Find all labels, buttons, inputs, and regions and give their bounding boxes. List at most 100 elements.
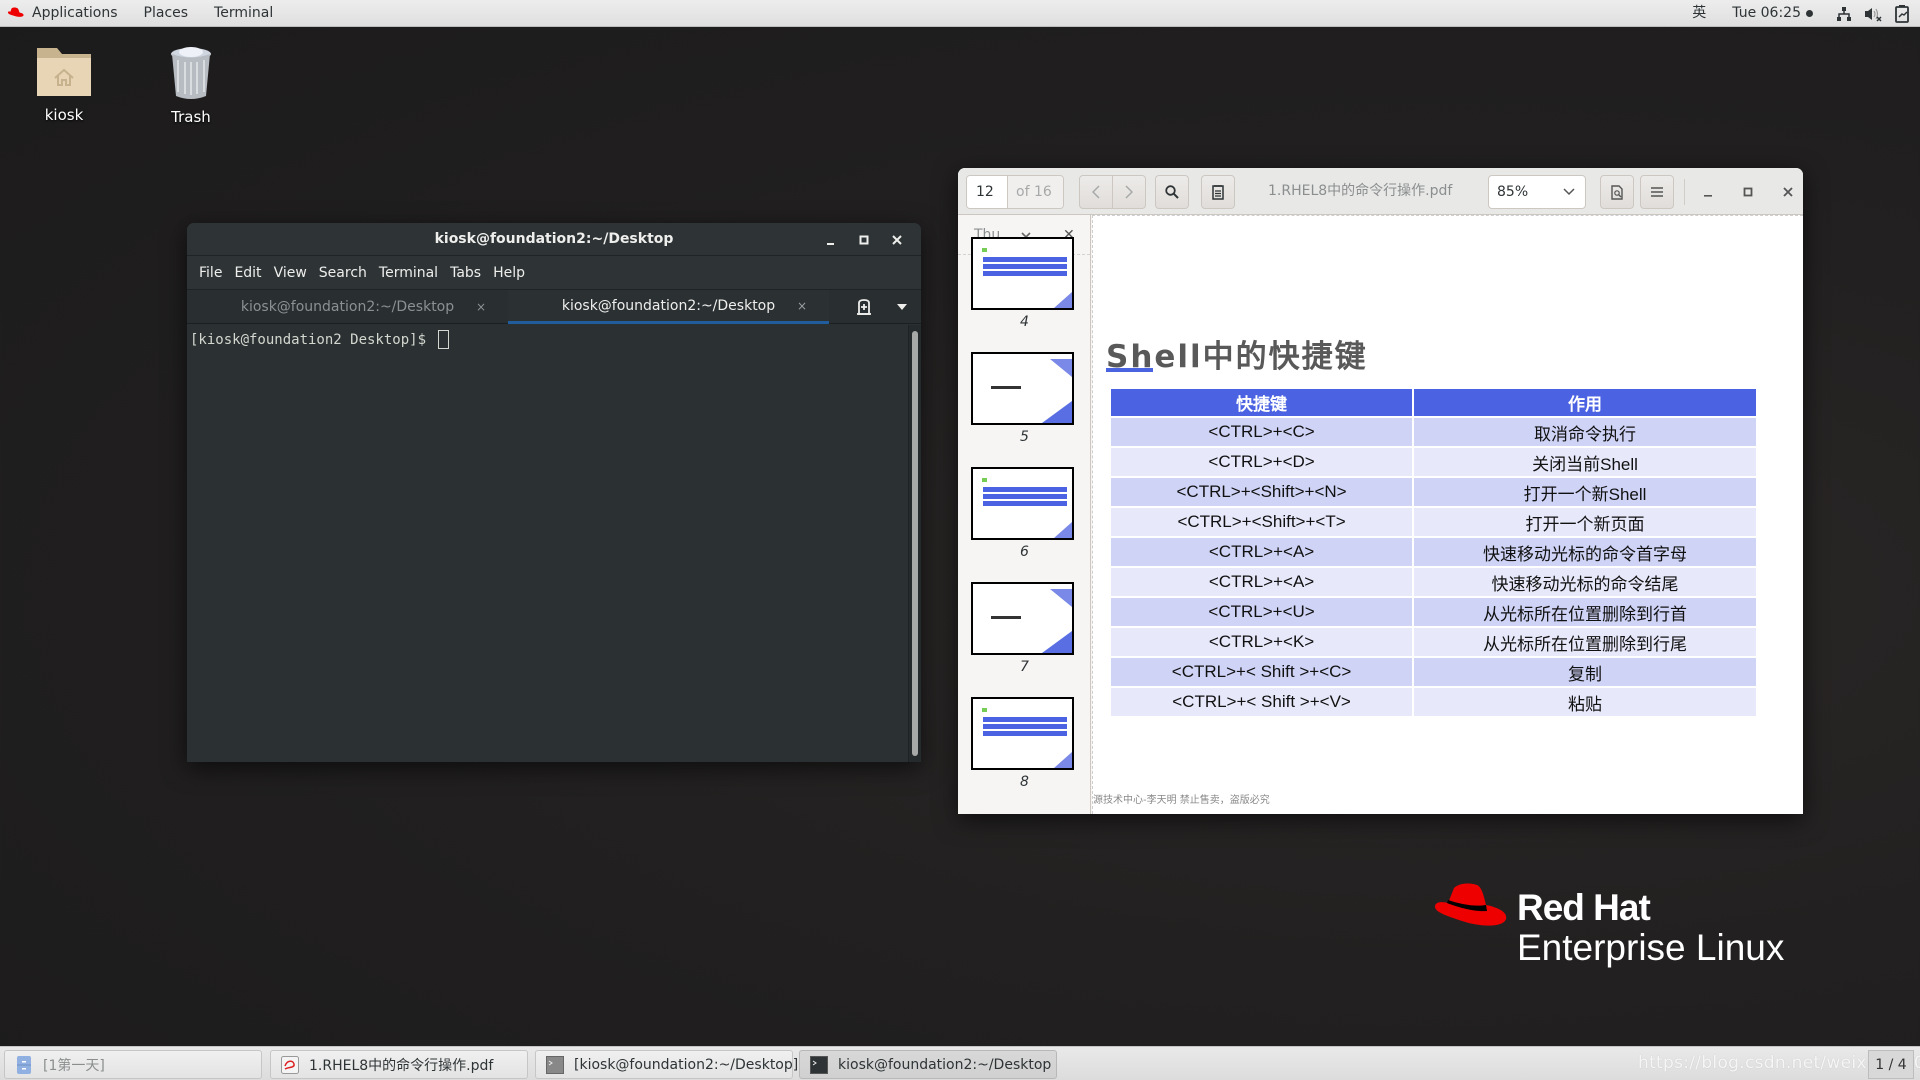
battery-charging-icon[interactable] bbox=[1891, 0, 1913, 27]
function-cell: 快速移动光标的命令首字母 bbox=[1412, 537, 1758, 568]
brand-line1: Red Hat bbox=[1517, 887, 1651, 928]
thumbnail-page-number: 4 bbox=[1020, 314, 1029, 330]
thumbnail-page-number: 5 bbox=[1020, 429, 1029, 445]
window-list-panel: [1第一天] 1.RHEL8中的命令行操作.pdf [kiosk@foundat… bbox=[0, 1046, 1920, 1080]
tab-close-icon[interactable]: × bbox=[797, 299, 807, 313]
minimize-icon bbox=[826, 242, 834, 245]
places-menu[interactable]: Places bbox=[131, 0, 202, 27]
menu-tabs[interactable]: Tabs bbox=[444, 265, 487, 281]
network-icon[interactable] bbox=[1833, 0, 1855, 27]
notepad-icon bbox=[1212, 185, 1224, 200]
taskbar-label: [kiosk@foundation2:~/Desktop] bbox=[574, 1056, 799, 1073]
menu-file[interactable]: File bbox=[193, 265, 228, 281]
search-button[interactable] bbox=[1155, 175, 1189, 209]
current-page-input[interactable]: 12 bbox=[967, 176, 1008, 208]
chevron-down-icon bbox=[1563, 188, 1575, 196]
slide-footer: 源技术中心-李天明 禁止售卖，盗版必究 bbox=[1093, 795, 1270, 806]
close-button[interactable] bbox=[880, 223, 913, 256]
terminal-tabbar: kiosk@foundation2:~/Desktop × kiosk@foun… bbox=[187, 289, 921, 324]
taskbar-item-pdf[interactable]: 1.RHEL8中的命令行操作.pdf bbox=[270, 1050, 528, 1079]
clock[interactable]: Tue 06:25 bbox=[1724, 0, 1821, 27]
zoom-select[interactable]: 85% bbox=[1488, 175, 1586, 209]
taskbar-label: [1第一天] bbox=[43, 1057, 105, 1074]
document-properties-button[interactable] bbox=[1600, 175, 1634, 209]
close-button[interactable] bbox=[1771, 175, 1803, 209]
input-method-indicator[interactable]: 英 bbox=[1684, 0, 1714, 27]
terminal-scrollbar[interactable] bbox=[908, 325, 921, 762]
text-cursor bbox=[438, 330, 450, 349]
taskbar-label: 1.RHEL8中的命令行操作.pdf bbox=[309, 1057, 494, 1074]
column-header-function: 作用 bbox=[1412, 389, 1758, 418]
zoom-value: 85% bbox=[1497, 184, 1529, 200]
maximize-icon bbox=[859, 235, 868, 244]
desktop-icon-trash[interactable]: Trash bbox=[141, 44, 241, 126]
previous-page-button[interactable] bbox=[1080, 176, 1113, 208]
notification-dot-icon bbox=[1806, 10, 1813, 17]
maximize-button[interactable] bbox=[847, 223, 880, 256]
pdf-document-icon bbox=[281, 1055, 299, 1074]
thumbnails-sidebar: Thu... ✕ 45678 bbox=[958, 215, 1091, 814]
terminal-window: kiosk@foundation2:~/Desktop File Edit Vi… bbox=[187, 223, 921, 762]
trash-icon bbox=[171, 47, 211, 99]
title-underline bbox=[1106, 368, 1153, 372]
column-header-shortcut: 快捷键 bbox=[1108, 389, 1415, 418]
main-menu-button[interactable] bbox=[1640, 175, 1674, 209]
taskbar-item-terminal-2[interactable]: kiosk@foundation2:~/Desktop bbox=[799, 1050, 1057, 1079]
page-thumbnail[interactable] bbox=[971, 352, 1074, 425]
terminal-body[interactable]: [kiosk@foundation2 Desktop]$ bbox=[187, 325, 921, 762]
pdf-headerbar[interactable]: 12 of 16 1.RHEL8中的命令行操作.pdf 85% bbox=[958, 168, 1803, 215]
terminal-app-menu[interactable]: Terminal bbox=[201, 0, 286, 27]
menu-edit[interactable]: Edit bbox=[228, 265, 267, 281]
function-cell: 粘贴 bbox=[1412, 687, 1758, 718]
annotations-button[interactable] bbox=[1201, 175, 1235, 209]
menu-view[interactable]: View bbox=[268, 265, 313, 281]
function-cell: 取消命令执行 bbox=[1412, 417, 1758, 448]
document-search-icon bbox=[1611, 184, 1623, 200]
function-cell: 打开一个新Shell bbox=[1412, 477, 1758, 508]
page-thumbnail[interactable] bbox=[971, 237, 1074, 310]
taskbar-item-file-manager[interactable]: [1第一天] bbox=[4, 1050, 262, 1079]
taskbar-label: kiosk@foundation2:~/Desktop bbox=[838, 1056, 1052, 1073]
brand-line2: Enterprise Linux bbox=[1517, 927, 1785, 968]
chevron-left-icon bbox=[1092, 185, 1100, 199]
page-thumbnail[interactable] bbox=[971, 582, 1074, 655]
menu-help[interactable]: Help bbox=[487, 265, 531, 281]
new-tab-button[interactable] bbox=[845, 290, 883, 324]
applications-label: Applications bbox=[32, 4, 118, 21]
next-page-button[interactable] bbox=[1113, 176, 1145, 208]
close-icon bbox=[891, 234, 902, 245]
function-cell: 从光标所在位置删除到行尾 bbox=[1412, 627, 1758, 658]
scrollbar-thumb[interactable] bbox=[912, 331, 918, 756]
page-thumbnail[interactable] bbox=[971, 697, 1074, 770]
taskbar-item-terminal-1[interactable]: [kiosk@foundation2:~/Desktop] bbox=[535, 1050, 798, 1079]
tab-close-icon[interactable]: × bbox=[476, 300, 486, 314]
table-row: <CTRL>+<C> 取消命令执行 bbox=[1108, 417, 1758, 448]
minimize-button[interactable] bbox=[1691, 175, 1725, 209]
desktop-icon-label: kiosk bbox=[44, 106, 84, 124]
terminal-title: kiosk@foundation2:~/Desktop bbox=[434, 231, 674, 247]
function-cell: 从光标所在位置删除到行首 bbox=[1412, 597, 1758, 628]
table-row: <CTRL>+<Shift>+<T> 打开一个新页面 bbox=[1108, 507, 1758, 538]
applications-menu[interactable]: Applications bbox=[0, 0, 131, 27]
terminal-tab-active[interactable]: kiosk@foundation2:~/Desktop × bbox=[508, 290, 829, 324]
terminal-tab[interactable]: kiosk@foundation2:~/Desktop × bbox=[187, 290, 508, 324]
terminal-titlebar[interactable]: kiosk@foundation2:~/Desktop bbox=[187, 223, 921, 256]
maximize-button[interactable] bbox=[1731, 175, 1765, 209]
total-pages-label: of 16 bbox=[1008, 176, 1063, 208]
menu-terminal[interactable]: Terminal bbox=[373, 265, 444, 281]
menu-search[interactable]: Search bbox=[313, 265, 373, 281]
tabs-dropdown-button[interactable] bbox=[883, 290, 921, 324]
shortcut-cell: <CTRL>+< Shift >+<V> bbox=[1108, 687, 1415, 718]
minimize-button[interactable] bbox=[814, 223, 847, 256]
tab-label: kiosk@foundation2:~/Desktop bbox=[240, 299, 455, 315]
page-thumbnail[interactable] bbox=[971, 467, 1074, 540]
shortcut-table: 快捷键 作用 <CTRL>+<C> 取消命令执行 <CTRL>+<D> 关闭当前She… bbox=[1108, 389, 1758, 718]
page-number-entry[interactable]: 12 of 16 bbox=[966, 175, 1064, 209]
redhat-hat-icon bbox=[1434, 883, 1507, 926]
hamburger-menu-icon bbox=[1651, 187, 1663, 197]
table-row: <CTRL>+<Shift>+<N> 打开一个新Shell bbox=[1108, 477, 1758, 508]
volume-muted-icon[interactable] bbox=[1862, 0, 1884, 27]
desktop-icon-kiosk[interactable]: kiosk bbox=[14, 44, 114, 124]
document-page[interactable]: Shell中的快捷键 快捷键 作用 <CTRL>+<C> 取消命令执行 <CTRL>… bbox=[1092, 215, 1803, 814]
workspace-indicator[interactable]: 1 / 4 bbox=[1868, 1050, 1914, 1079]
